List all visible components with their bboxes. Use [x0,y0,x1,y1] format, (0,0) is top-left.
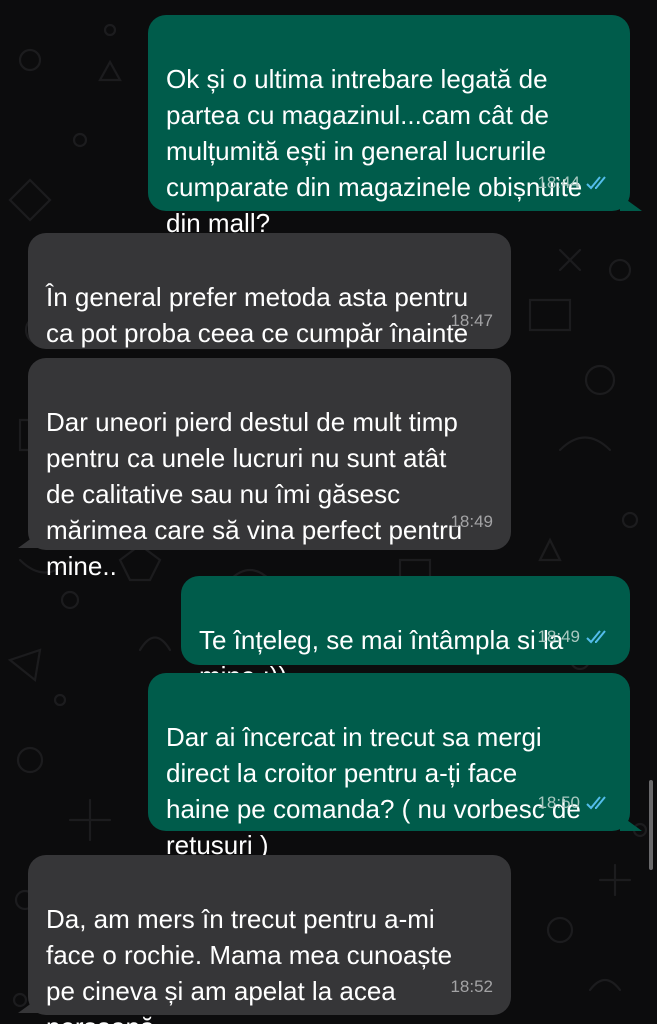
message-text: În general prefer metoda asta pentru ca … [46,282,469,348]
message-time: 18:44 [537,173,580,192]
bubble-tail-icon [18,997,40,1013]
read-ticks-icon [586,796,606,810]
read-ticks-icon [586,176,606,190]
message-bubble-incoming[interactable]: Da, am mers în trecut pentru a-mi face o… [28,855,511,1024]
message-bubble-incoming[interactable]: Dar uneori pierd destul de mult timp pen… [28,358,511,581]
message-meta: 18:50 [537,785,612,821]
message-bubble-outgoing[interactable]: Ok și o ultima intrebare legată de parte… [148,15,630,238]
message-time: 18:49 [537,627,580,646]
message-time: 18:52 [450,977,493,996]
message-meta: 18:49 [450,504,493,540]
message-meta: 18:49 [537,619,612,655]
message-time: 18:49 [450,512,493,531]
message-time: 18:50 [537,793,580,812]
bubble-tail-icon [620,195,642,211]
message-bubble-outgoing[interactable]: Dar ai încercat in trecut sa mergi direc… [148,673,630,860]
message-bubble-incoming[interactable]: În general prefer metoda asta pentru ca … [28,233,511,349]
scrollbar[interactable] [649,780,653,870]
bubble-tail-icon [620,815,642,831]
message-bubble-outgoing[interactable]: Te înțeleg, se mai întâmpla si la mine :… [181,576,630,691]
message-meta: 18:44 [537,165,612,201]
chat-view[interactable]: Ok și o ultima intrebare legată de parte… [0,0,657,1024]
message-time: 18:47 [450,311,493,330]
message-text: Da, am mers în trecut pentru a-mi face o… [46,904,453,1024]
message-meta: 18:52 [450,969,493,1005]
bubble-tail-icon [18,532,40,548]
message-meta: 18:47 [450,303,493,339]
read-ticks-icon [586,630,606,644]
